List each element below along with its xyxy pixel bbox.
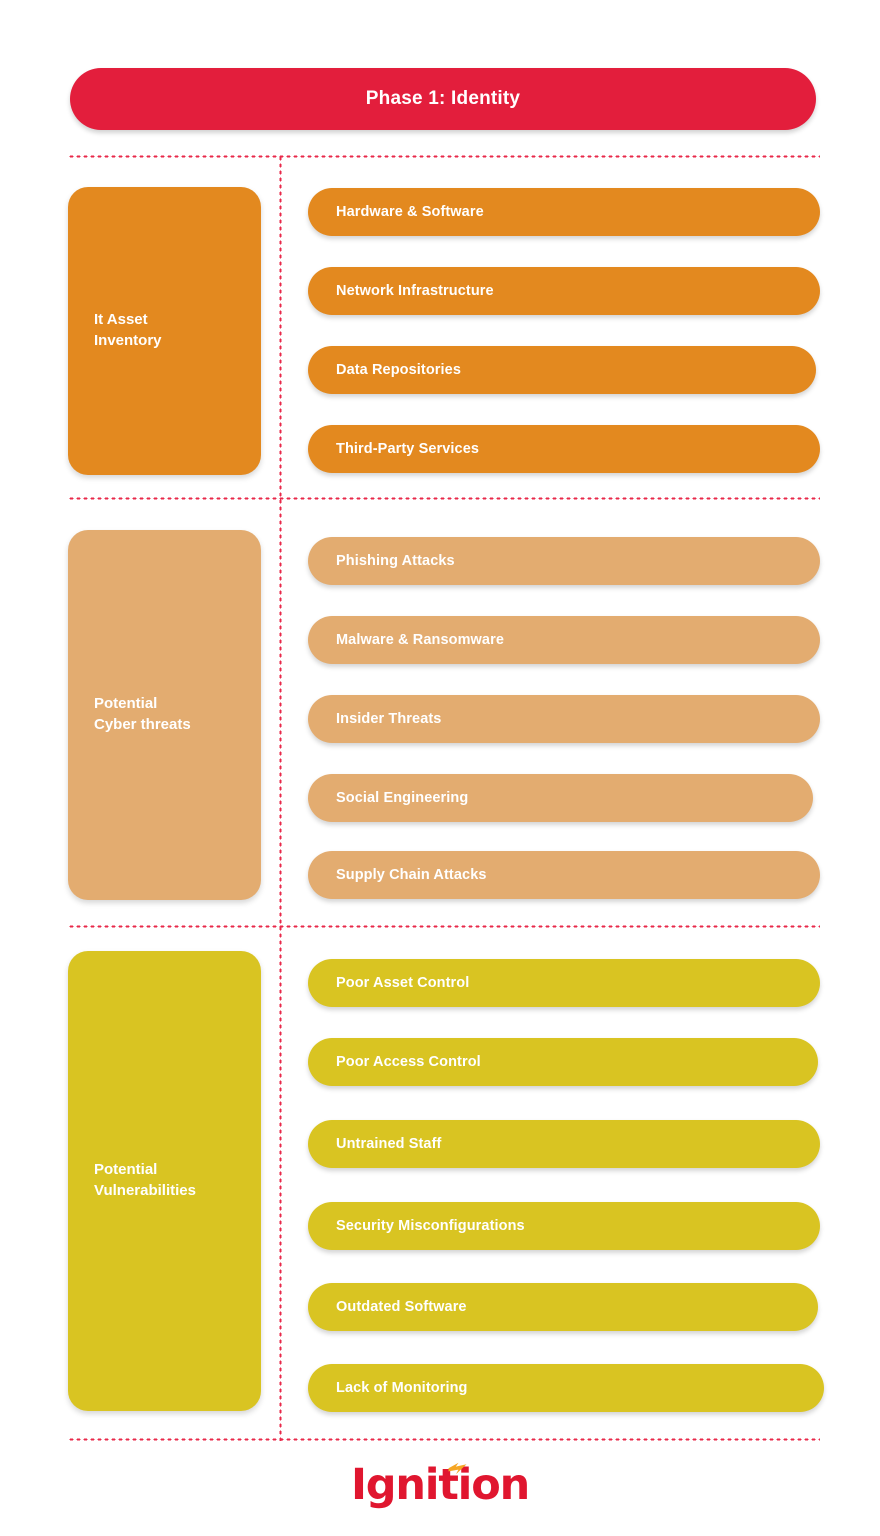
item-pill[interactable]: Outdated Software <box>308 1283 818 1331</box>
category-label-0: It Asset Inventory <box>94 311 162 349</box>
item-label: Data Repositories <box>336 362 461 378</box>
item-pill[interactable]: Untrained Staff <box>308 1120 820 1168</box>
item-pill[interactable]: Social Engineering <box>308 774 813 822</box>
item-pill[interactable]: Lack of Monitoring <box>308 1364 824 1412</box>
divider-line-bottom <box>68 1438 820 1441</box>
item-label: Poor Asset Control <box>336 975 470 991</box>
item-pill[interactable]: Poor Access Control <box>308 1038 818 1086</box>
ignition-logo: Ignition <box>351 1462 530 1507</box>
category-label-1: Potential Cyber threats <box>94 695 191 733</box>
item-label: Social Engineering <box>336 790 469 806</box>
item-pill[interactable]: Third-Party Services <box>308 425 820 473</box>
spark-icon <box>448 1462 467 1474</box>
item-label: Phishing Attacks <box>336 553 455 569</box>
item-pill[interactable]: Supply Chain Attacks <box>308 851 820 899</box>
category-card-0: It Asset Inventory <box>68 187 261 475</box>
item-pill[interactable]: Network Infrastructure <box>308 267 820 315</box>
item-pill[interactable]: Malware & Ransomware <box>308 616 820 664</box>
infographic-page: Phase 1: Identity It Asset Inventory Har… <box>0 0 880 1536</box>
item-label: Insider Threats <box>336 711 442 727</box>
divider-line-top <box>68 155 820 158</box>
item-label: Network Infrastructure <box>336 283 494 299</box>
item-pill[interactable]: Hardware & Software <box>308 188 820 236</box>
item-label: Lack of Monitoring <box>336 1380 468 1396</box>
footer-logo: Ignition <box>0 1455 880 1515</box>
item-pill[interactable]: Phishing Attacks <box>308 537 820 585</box>
item-label: Outdated Software <box>336 1299 467 1315</box>
item-pill[interactable]: Insider Threats <box>308 695 820 743</box>
category-card-1: Potential Cyber threats <box>68 530 261 900</box>
divider-line-2 <box>68 925 820 928</box>
phase-header-title: Phase 1: Identity <box>365 88 521 109</box>
item-label: Hardware & Software <box>336 204 484 220</box>
item-label: Security Misconfigurations <box>336 1218 525 1234</box>
divider-line-vertical <box>279 155 282 1441</box>
category-label-2: Potential Vulnerabilities <box>94 1161 196 1199</box>
category-card-2: Potential Vulnerabilities <box>68 951 261 1411</box>
item-label: Poor Access Control <box>336 1054 481 1070</box>
divider-line-1 <box>68 497 820 500</box>
item-label: Untrained Staff <box>336 1136 442 1152</box>
ignition-logo-text: Ignition <box>351 1459 530 1510</box>
item-pill[interactable]: Data Repositories <box>308 346 816 394</box>
item-label: Malware & Ransomware <box>336 632 505 648</box>
phase-header-banner: Phase 1: Identity <box>70 68 816 130</box>
item-label: Supply Chain Attacks <box>336 867 487 883</box>
item-pill[interactable]: Security Misconfigurations <box>308 1202 820 1250</box>
item-label: Third-Party Services <box>336 441 480 457</box>
item-pill[interactable]: Poor Asset Control <box>308 959 820 1007</box>
